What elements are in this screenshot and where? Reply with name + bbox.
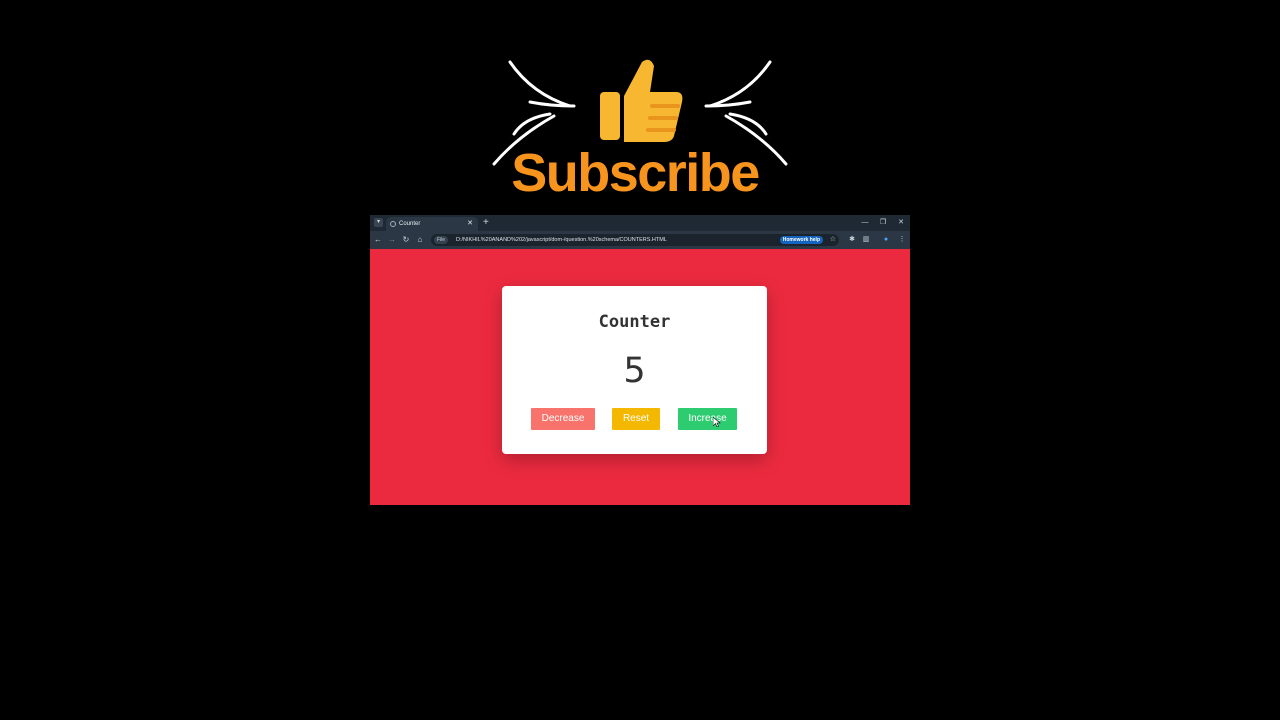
file-scheme-chip[interactable]: File [434,236,449,244]
tab-close-icon[interactable]: ✕ [467,217,473,231]
decrease-button[interactable]: Decrease [531,408,595,430]
back-arrow-icon[interactable]: ← [373,231,383,249]
counter-card: Counter 5 Decrease Reset Increase [502,286,767,454]
subscribe-label: Subscribe [511,143,760,203]
globe-icon [390,221,396,227]
subscribe-overlay: Subscribe [0,0,1280,210]
reset-button[interactable]: Reset [612,408,660,430]
profile-icon[interactable]: ● [881,231,891,249]
homework-help-button[interactable]: Homework help [779,236,823,244]
bookmark-star-icon[interactable]: ☆ [830,234,836,246]
restore-icon[interactable]: ❐ [877,215,889,231]
forward-arrow-icon[interactable]: → [387,231,397,249]
home-icon[interactable]: ⌂ [415,231,425,249]
counter-value: 5 [623,351,646,391]
counter-title: Counter [598,312,671,332]
mouse-cursor-icon [713,417,721,427]
kebab-menu-icon[interactable]: ⋮ [897,231,907,249]
tab-title: Counter [399,221,421,227]
close-icon[interactable]: ✕ [895,215,907,231]
sidebar-icon[interactable]: ▥ [861,231,871,249]
browser-window: ▾ Counter ✕ + — ❐ ✕ ← → ↻ ⌂ File D:/NIKH… [370,215,910,505]
minimize-icon[interactable]: — [859,215,871,231]
url-text[interactable]: D:/NIKHIL%20ANAND%202/javascript/dom-/qu… [456,234,667,246]
tab-counter[interactable]: Counter ✕ [386,217,478,231]
browser-toolbar: ← → ↻ ⌂ File D:/NIKHIL%20ANAND%202/javas… [370,231,910,249]
tab-bar: ▾ Counter ✕ + — ❐ ✕ [370,215,910,231]
increase-button[interactable]: Increase [678,408,737,430]
address-bar[interactable]: File D:/NIKHIL%20ANAND%202/javascript/do… [431,234,839,246]
thumbs-up-icon [600,59,683,142]
extensions-icon[interactable]: ✱ [847,231,857,249]
page-content: Counter 5 Decrease Reset Increase [370,249,910,505]
new-tab-button[interactable]: + [483,216,489,230]
tab-search-icon[interactable]: ▾ [374,218,383,227]
reload-icon[interactable]: ↻ [401,231,411,249]
